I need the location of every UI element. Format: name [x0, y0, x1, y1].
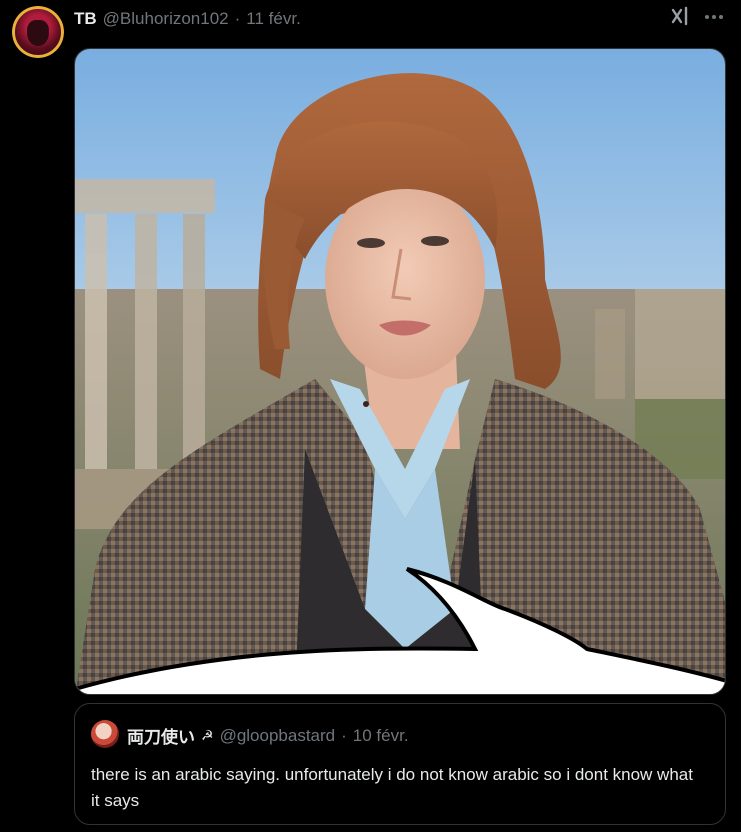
- post-date[interactable]: 11 févr.: [246, 9, 301, 29]
- hammer-sickle-icon: ☭: [201, 727, 214, 744]
- more-options-icon[interactable]: [703, 6, 725, 28]
- quoted-author-handle[interactable]: @gloopbastard: [220, 726, 336, 746]
- author-avatar[interactable]: [12, 6, 64, 58]
- post-image[interactable]: [74, 48, 726, 695]
- post-header: TB @Bluhorizon102 · 11 févr.: [74, 8, 301, 30]
- grok-icon[interactable]: [670, 6, 692, 28]
- quoted-author-avatar[interactable]: [91, 720, 119, 748]
- quoted-header-separator: ·: [341, 725, 347, 745]
- header-separator: ·: [234, 9, 241, 28]
- author-name[interactable]: TB: [74, 9, 97, 29]
- author-handle[interactable]: @Bluhorizon102: [103, 9, 229, 29]
- quoted-post-date[interactable]: 10 févr.: [353, 726, 409, 746]
- meme-image: [75, 49, 725, 694]
- quoted-post[interactable]: 両刀使い ☭ @gloopbastard · 10 févr. there is…: [74, 703, 726, 825]
- quoted-post-header: 両刀使い ☭ @gloopbastard · 10 févr.: [127, 723, 409, 749]
- avatar-ring: [12, 6, 64, 58]
- quoted-author-name[interactable]: 両刀使い: [127, 723, 195, 748]
- quoted-post-text: there is an arabic saying. unfortunately…: [91, 765, 693, 810]
